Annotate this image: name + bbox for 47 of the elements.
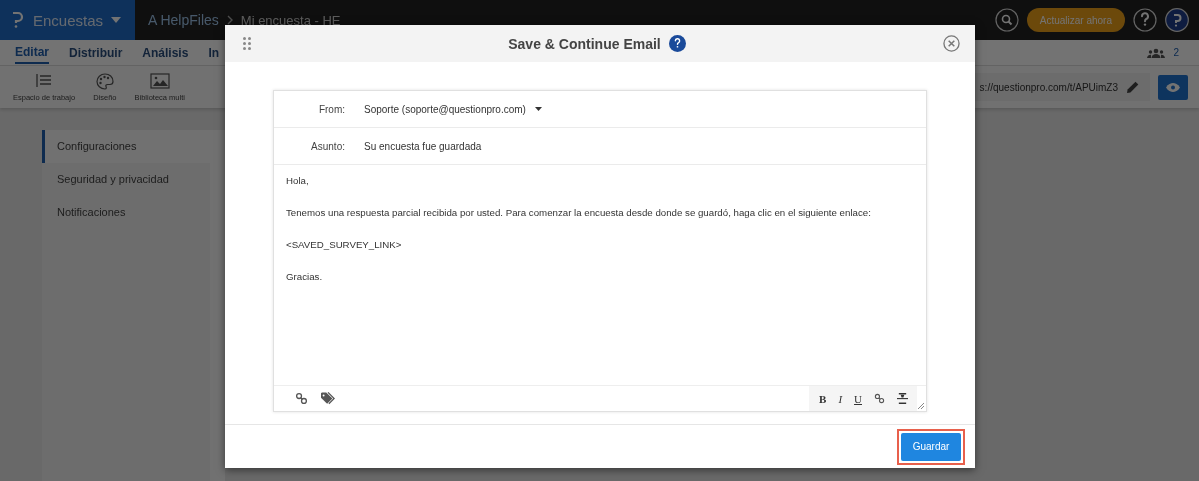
tag-icon[interactable] — [321, 392, 335, 405]
help-icon[interactable] — [1133, 8, 1157, 32]
italic-button[interactable]: I — [838, 392, 843, 405]
product-switcher[interactable]: Encuestas — [0, 0, 135, 40]
link-icon[interactable] — [295, 392, 308, 405]
nav-tab[interactable]: In — [208, 42, 220, 63]
link-icon[interactable] — [874, 393, 885, 404]
message-paragraph: Hola, — [286, 175, 310, 187]
survey-url: s://questionpro.com/t/APUimZ3 — [979, 81, 1118, 93]
sidebar-item[interactable]: Notificaciones — [42, 196, 210, 229]
search-icon[interactable] — [994, 8, 1019, 32]
drag-handle-icon[interactable] — [243, 37, 251, 50]
nav-tab[interactable]: Análisis — [142, 42, 189, 63]
sidebar-item[interactable]: Configuraciones — [42, 130, 225, 163]
message-paragraph: Gracias. — [286, 271, 324, 283]
field-label: Asunto: — [310, 140, 345, 152]
message-paragraph: Tenemos una respuesta parcial recibida por usted. Para comenzar la encuesta desde donde se guardó, haga clic en el siguiente enlace: — [286, 207, 872, 219]
subject-field[interactable]: Su encuesta fue guardada — [364, 140, 482, 152]
field-label: From: — [317, 103, 345, 115]
underline-button[interactable]: U — [854, 392, 862, 405]
strikethrough-icon[interactable] — [897, 393, 908, 404]
people-icon — [1147, 47, 1166, 58]
resize-grip-icon[interactable] — [918, 403, 924, 409]
chevron-icon — [226, 15, 233, 25]
collaborator-count: 2 — [1173, 47, 1179, 58]
eye-icon — [1166, 82, 1180, 92]
help-icon[interactable] — [668, 35, 686, 52]
palette-icon — [94, 72, 115, 90]
breadcrumb-link[interactable]: Mi encuesta - HE — [240, 12, 341, 28]
upgrade-button[interactable]: Actualizar ahora — [1026, 8, 1125, 32]
sidebar-item[interactable]: Seguridad y privacidad — [42, 163, 210, 196]
nav-tab[interactable]: Editar — [15, 41, 49, 64]
bold-button[interactable]: B — [819, 392, 827, 405]
sender-dropdown[interactable]: Soporte (soporte@questionpro.com) — [364, 103, 542, 115]
caret-icon — [111, 17, 122, 23]
nav-tab[interactable]: Distribuir — [69, 42, 123, 63]
avatar-icon[interactable] — [1165, 8, 1189, 32]
dialog-title: Save & Continue Email — [508, 35, 661, 52]
logo-icon — [11, 11, 25, 29]
message-paragraph: <SAVED_SURVEY_LINK> — [286, 239, 403, 251]
image-icon — [149, 72, 170, 90]
message-body-field[interactable]: Hola, Tenemos una respuesta parcial recibida por usted. Para comenzar la encuesta desde donde se guardó, haga clic en el siguiente enlace: <SAVED_SURVEY_LINK> Gracias. — [274, 165, 926, 385]
preview-button[interactable] — [1158, 74, 1188, 100]
breadcrumb-link[interactable]: A HelpFiles — [148, 12, 219, 28]
pencil-icon[interactable] — [1126, 80, 1140, 94]
close-icon[interactable] — [943, 35, 960, 52]
save-button[interactable]: Guardar — [901, 432, 961, 461]
